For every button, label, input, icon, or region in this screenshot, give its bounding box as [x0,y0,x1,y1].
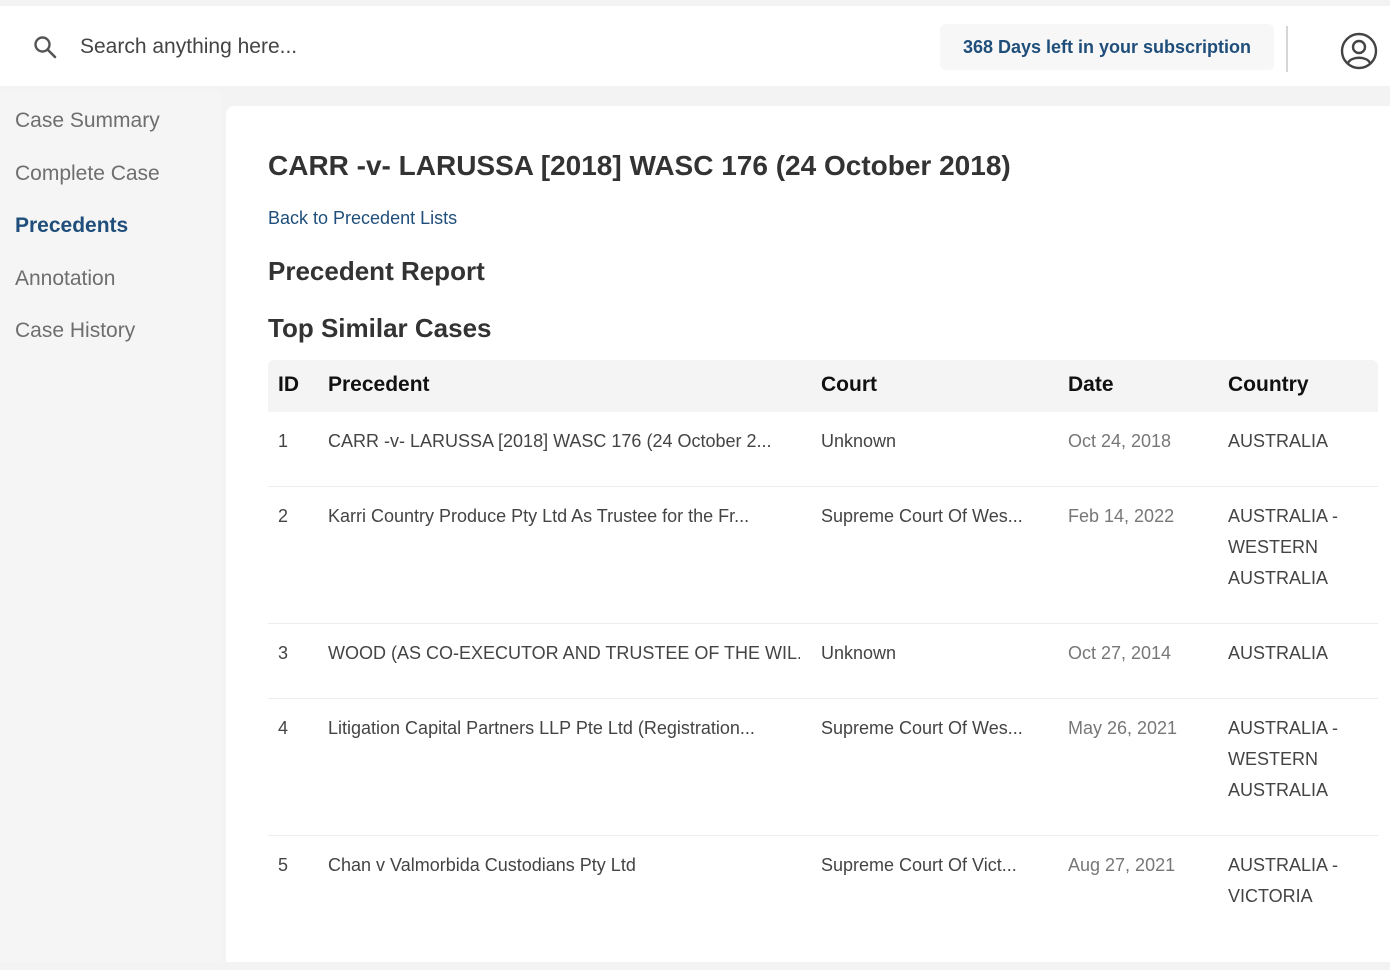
table-header: ID Precedent Court Date Country [268,360,1378,412]
header-date[interactable]: Date [1068,373,1114,397]
cell-precedent[interactable]: CARR -v- LARUSSA [2018] WASC 176 (24 Oct… [328,426,800,457]
sidebar-item-case-history[interactable]: Case History [15,319,135,343]
header-court[interactable]: Court [821,373,1047,397]
cell-country: AUSTRALIA [1228,643,1329,663]
subscription-badge: 368 Days left in your subscription [940,24,1274,70]
table-row[interactable]: 1 CARR -v- LARUSSA [2018] WASC 176 (24 O… [268,412,1378,487]
header-id[interactable]: ID [278,373,299,397]
cell-country: AUSTRALIA - WESTERN AUSTRALIA [1228,718,1339,800]
cell-date: Oct 27, 2014 [1068,643,1172,663]
sidebar-item-precedents[interactable]: Precedents [15,214,128,238]
cell-precedent[interactable]: Litigation Capital Partners LLP Pte Ltd … [328,713,800,744]
cell-court: Unknown [821,431,897,451]
cell-date: Feb 14, 2022 [1068,506,1175,526]
search-icon[interactable] [32,34,58,60]
header-country[interactable]: Country [1228,373,1309,397]
table-row[interactable]: 4 Litigation Capital Partners LLP Pte Lt… [268,699,1378,836]
main-content: CARR -v- LARUSSA [2018] WASC 176 (24 Oct… [226,106,1390,962]
precedent-report-heading: Precedent Report [268,256,485,286]
top-bar: 368 Days left in your subscription [0,6,1390,86]
sidebar-item-annotation[interactable]: Annotation [15,267,115,291]
cell-id: 3 [278,643,289,663]
table-row[interactable]: 2 Karri Country Produce Pty Ltd As Trust… [268,487,1378,624]
cell-id: 5 [278,855,289,875]
cell-country: AUSTRALIA - VICTORIA [1228,855,1339,906]
top-similar-cases-heading: Top Similar Cases [268,313,492,343]
top-bar-divider [1286,26,1288,72]
sidebar-item-complete-case[interactable]: Complete Case [15,162,160,186]
table-row[interactable]: 3 WOOD (AS CO-EXECUTOR AND TRUSTEE OF TH… [268,624,1378,699]
cell-country: AUSTRALIA - WESTERN AUSTRALIA [1228,506,1339,588]
table-row[interactable]: 5 Chan v Valmorbida Custodians Pty Ltd S… [268,836,1378,936]
cell-date: Aug 27, 2021 [1068,855,1176,875]
user-avatar-icon[interactable] [1340,32,1378,70]
cell-date: Oct 24, 2018 [1068,431,1172,451]
cell-id: 1 [278,431,289,451]
cell-precedent[interactable]: Karri Country Produce Pty Ltd As Trustee… [328,501,800,532]
cell-court: Supreme Court Of Wes... [821,718,1023,738]
search-input[interactable] [80,32,640,62]
cell-date: May 26, 2021 [1068,718,1178,738]
cell-id: 4 [278,718,289,738]
sidebar: Case Summary Complete Case Precedents An… [0,92,222,962]
cell-court: Unknown [821,643,897,663]
back-to-precedent-lists-link[interactable]: Back to Precedent Lists [268,208,457,229]
sidebar-item-case-summary[interactable]: Case Summary [15,109,160,133]
cell-id: 2 [278,506,289,526]
similar-cases-table: ID Precedent Court Date Country 1 CARR -… [268,360,1378,936]
cell-precedent[interactable]: Chan v Valmorbida Custodians Pty Ltd [328,850,800,881]
case-title: CARR -v- LARUSSA [2018] WASC 176 (24 Oct… [268,150,1011,181]
cell-court: Supreme Court Of Vict... [821,855,1017,875]
cell-country: AUSTRALIA [1228,431,1329,451]
header-precedent[interactable]: Precedent [328,373,800,397]
cell-court: Supreme Court Of Wes... [821,506,1023,526]
cell-precedent[interactable]: WOOD (AS CO-EXECUTOR AND TRUSTEE OF THE … [328,638,800,669]
